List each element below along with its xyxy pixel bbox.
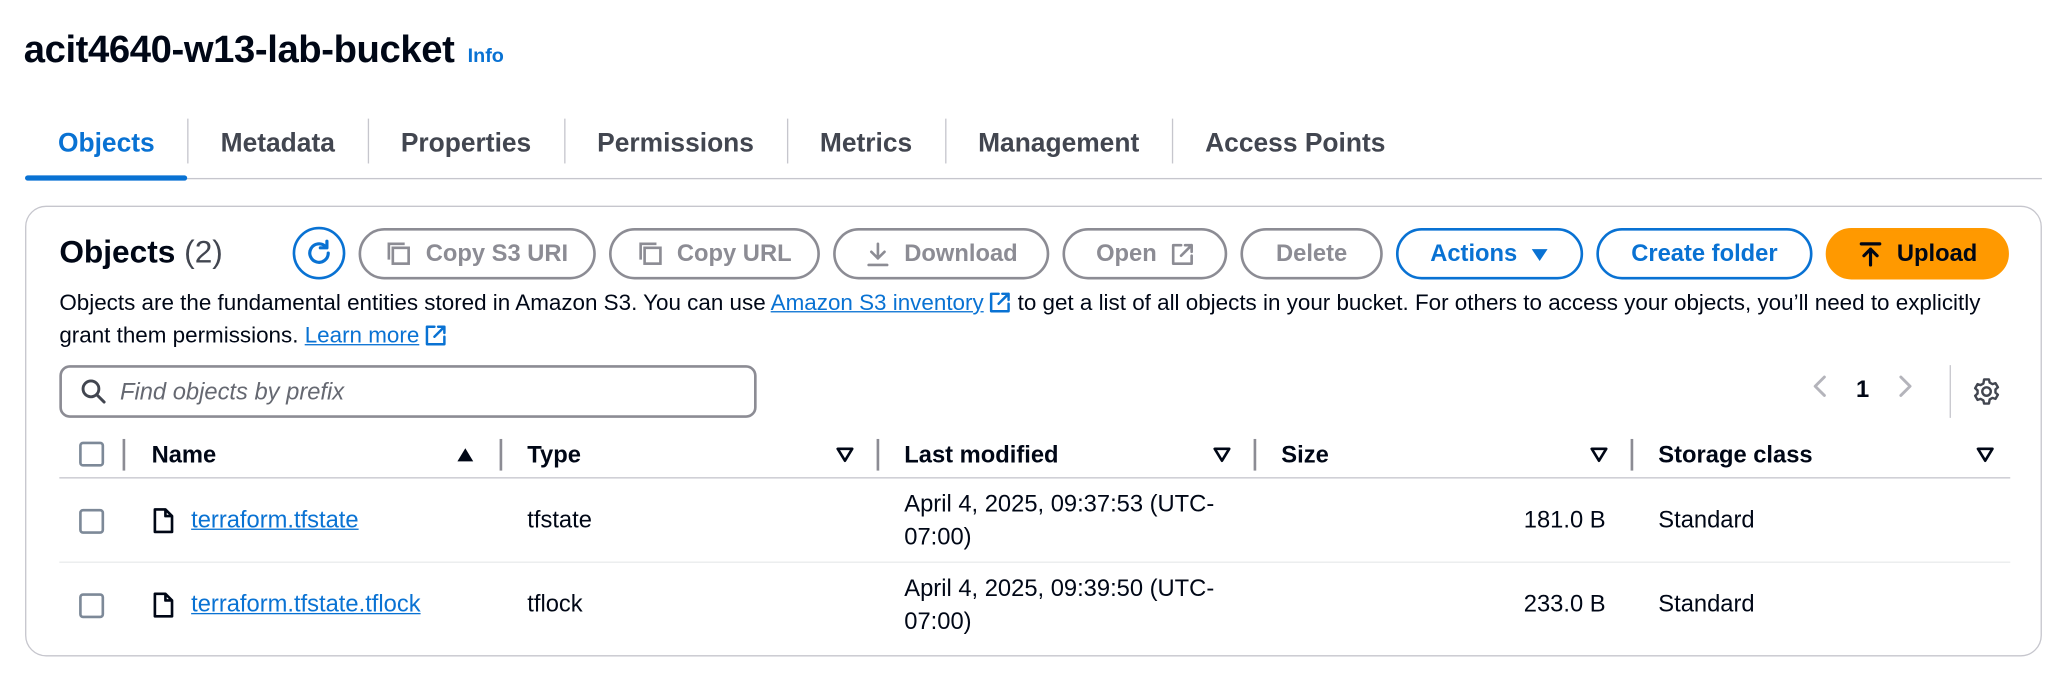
object-storage-class: Standard bbox=[1658, 506, 1755, 533]
table-row[interactable]: terraform.tfstate.tflock tflock April 4,… bbox=[59, 563, 2010, 647]
external-link-icon bbox=[425, 325, 446, 346]
object-name-link[interactable]: terraform.tfstate bbox=[191, 506, 358, 534]
search-icon bbox=[81, 379, 106, 404]
pagination: 1 bbox=[1811, 372, 1914, 406]
create-folder-button[interactable]: Create folder bbox=[1596, 228, 1813, 280]
object-size: 181.0 B bbox=[1523, 506, 1606, 533]
objects-description: Objects are the fundamental entities sto… bbox=[59, 286, 2010, 352]
last-modified-line-1: April 4, 2025, 09:37:53 (UTC- bbox=[904, 490, 1215, 517]
copy-url-label: Copy URL bbox=[676, 239, 792, 267]
learn-more-link[interactable]: Learn more bbox=[305, 323, 420, 348]
object-last-modified: April 4, 2025, 09:39:50 (UTC- 07:00) bbox=[904, 572, 1234, 638]
copy-icon bbox=[387, 241, 410, 265]
row-checkbox[interactable] bbox=[79, 593, 105, 619]
last-modified-line-1: April 4, 2025, 09:39:50 (UTC- bbox=[904, 574, 1215, 602]
tab-metrics[interactable]: Metrics bbox=[786, 111, 945, 178]
chevron-right-icon[interactable] bbox=[1898, 372, 1914, 406]
bucket-tabs: Objects Metadata Properties Permissions … bbox=[25, 111, 2042, 181]
sort-icon[interactable] bbox=[836, 447, 854, 463]
upload-label: Upload bbox=[1896, 239, 1978, 267]
tab-objects[interactable]: Objects bbox=[25, 111, 189, 181]
search-input[interactable] bbox=[119, 377, 700, 406]
objects-panel: Objects (2) Copy S3 URI Copy URL Downloa… bbox=[25, 205, 2042, 657]
copy-url-button[interactable]: Copy URL bbox=[609, 228, 820, 280]
objects-title: Objects bbox=[59, 234, 176, 271]
column-header-storage-class[interactable]: Storage class bbox=[1658, 442, 1812, 470]
sort-icon[interactable] bbox=[1590, 447, 1608, 463]
info-link[interactable]: Info bbox=[468, 45, 504, 67]
tab-properties[interactable]: Properties bbox=[367, 111, 564, 178]
column-divider bbox=[499, 438, 503, 471]
create-folder-label: Create folder bbox=[1631, 239, 1778, 267]
last-modified-line-2: 07:00) bbox=[904, 607, 972, 635]
learn-more-label: Learn more bbox=[304, 322, 420, 349]
gear-icon bbox=[1973, 378, 2000, 405]
external-link-icon bbox=[1171, 243, 1193, 265]
actions-dropdown[interactable]: Actions bbox=[1395, 228, 1584, 280]
open-label: Open bbox=[1096, 239, 1157, 267]
column-divider bbox=[876, 438, 880, 471]
refresh-icon bbox=[308, 239, 330, 264]
download-button[interactable]: Download bbox=[833, 228, 1050, 280]
download-label: Download bbox=[904, 239, 1018, 267]
tab-management[interactable]: Management bbox=[945, 111, 1172, 178]
object-storage-class: Standard bbox=[1658, 590, 1755, 617]
column-header-size[interactable]: Size bbox=[1281, 442, 1328, 470]
objects-count: (2) bbox=[184, 234, 223, 271]
refresh-button[interactable] bbox=[292, 226, 346, 280]
bucket-header: acit4640-w13-lab-bucket Info bbox=[24, 29, 504, 73]
objects-heading: Objects (2) bbox=[59, 235, 223, 272]
column-divider bbox=[122, 438, 126, 471]
delete-label: Delete bbox=[1275, 239, 1348, 267]
column-header-last-modified[interactable]: Last modified bbox=[904, 442, 1058, 470]
last-modified-line-2: 07:00) bbox=[904, 523, 972, 550]
delete-button[interactable]: Delete bbox=[1240, 228, 1383, 280]
upload-button[interactable]: Upload bbox=[1825, 228, 2009, 280]
copy-s3-uri-label: Copy S3 URI bbox=[425, 239, 569, 267]
sort-ascending-icon[interactable] bbox=[456, 447, 474, 463]
pager-divider bbox=[1949, 365, 1951, 418]
download-icon bbox=[867, 241, 889, 266]
actions-label: Actions bbox=[1430, 239, 1518, 267]
chevron-left-icon[interactable] bbox=[1811, 372, 1827, 406]
object-size: 233.0 B bbox=[1523, 590, 1606, 617]
column-header-name[interactable]: Name bbox=[152, 442, 217, 470]
select-all-checkbox[interactable] bbox=[79, 441, 105, 467]
object-last-modified: April 4, 2025, 09:37:53 (UTC- 07:00) bbox=[904, 488, 1234, 554]
description-text-1: Objects are the fundamental entities sto… bbox=[59, 290, 771, 316]
objects-table: Name Type Last modified Size Storage cla… bbox=[59, 434, 2011, 648]
external-link-icon bbox=[990, 292, 1011, 313]
s3-inventory-link[interactable]: Amazon S3 inventory bbox=[771, 290, 984, 315]
search-box bbox=[59, 365, 757, 418]
object-type: tflock bbox=[527, 590, 583, 617]
object-name-link[interactable]: terraform.tfstate.tflock bbox=[191, 591, 420, 619]
page-title: acit4640-w13-lab-bucket bbox=[23, 29, 455, 72]
caret-down-icon bbox=[1531, 248, 1548, 261]
copy-s3-uri-button[interactable]: Copy S3 URI bbox=[358, 228, 596, 280]
tab-access-points[interactable]: Access Points bbox=[1172, 111, 1418, 178]
sort-icon[interactable] bbox=[1976, 447, 1994, 463]
copy-icon bbox=[638, 241, 662, 265]
file-icon bbox=[153, 508, 174, 534]
table-row[interactable]: terraform.tfstate tfstate April 4, 2025,… bbox=[59, 479, 2011, 563]
open-button[interactable]: Open bbox=[1062, 228, 1228, 280]
current-page[interactable]: 1 bbox=[1856, 375, 1869, 403]
row-checkbox[interactable] bbox=[79, 508, 105, 534]
s3-bucket-page: acit4640-w13-lab-bucket Info Objects Met… bbox=[0, 0, 2067, 684]
s3-inventory-label: Amazon S3 inventory bbox=[770, 290, 984, 316]
settings-button[interactable] bbox=[1972, 377, 2001, 413]
sort-icon[interactable] bbox=[1213, 447, 1231, 463]
table-header: Name Type Last modified Size Storage cla… bbox=[59, 434, 2011, 479]
tab-permissions[interactable]: Permissions bbox=[564, 111, 787, 178]
tab-metadata[interactable]: Metadata bbox=[187, 111, 368, 178]
object-type: tfstate bbox=[527, 506, 592, 533]
column-header-type[interactable]: Type bbox=[527, 442, 581, 470]
column-divider bbox=[1630, 438, 1634, 471]
upload-icon bbox=[1859, 241, 1882, 266]
column-divider bbox=[1253, 438, 1257, 471]
file-icon bbox=[153, 592, 174, 618]
